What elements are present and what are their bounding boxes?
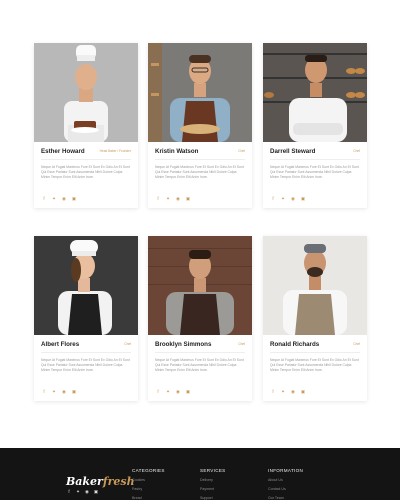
team-member-bio: Neque At Fugiat Maximus Fore Et Sunt Ex … [270, 165, 359, 179]
facebook-icon[interactable]: f [270, 196, 276, 201]
pinterest-icon[interactable]: ◉ [290, 196, 296, 201]
team-member-role: Chef [353, 342, 360, 346]
divider [41, 159, 131, 160]
footer-link[interactable]: Contact Us [268, 487, 303, 491]
twitter-icon[interactable]: ✦ [165, 389, 171, 394]
footer-link[interactable]: About Us [268, 478, 303, 482]
footer-link[interactable]: Pastry [132, 487, 165, 491]
facebook-icon[interactable]: f [66, 489, 72, 495]
divider [155, 352, 245, 353]
facebook-icon[interactable]: f [270, 389, 276, 394]
team-member-bio: Neque At Fugiat Maximus Fore Et Sunt Ex … [155, 165, 244, 179]
team-member-name: Darrell Steward [270, 148, 316, 155]
logo-main: Baker [66, 475, 103, 488]
instagram-icon[interactable]: ▣ [185, 389, 191, 394]
footer-column-categories: CATEGORIES Cookies Pastry Bread [132, 468, 165, 500]
team-member-name: Kristin Watson [155, 148, 199, 155]
team-member-role: Chef [124, 342, 131, 346]
footer-social-links: f ✦ ◉ ▣ [66, 489, 99, 495]
team-member-bio: Neque At Fugiat Maximus Fore Et Sunt Ex … [41, 165, 130, 179]
team-member-role: Chef [238, 342, 245, 346]
twitter-icon[interactable]: ✦ [51, 389, 57, 394]
social-links: f ✦ ◉ ▣ [270, 389, 306, 394]
footer-heading: SERVICES [200, 468, 226, 473]
facebook-icon[interactable]: f [155, 389, 161, 394]
social-links: f ✦ ◉ ▣ [155, 196, 191, 201]
instagram-icon[interactable]: ▣ [71, 389, 77, 394]
team-card[interactable]: Ronald Richards Chef Neque At Fugiat Max… [263, 236, 367, 401]
team-member-photo [148, 236, 252, 335]
team-member-photo [148, 43, 252, 142]
team-card[interactable]: Darrell Steward Chef Neque At Fugiat Max… [263, 43, 367, 208]
social-links: f ✦ ◉ ▣ [155, 389, 191, 394]
instagram-icon[interactable]: ▣ [300, 196, 306, 201]
instagram-icon[interactable]: ▣ [300, 389, 306, 394]
footer-logo[interactable]: Bakerfresh [66, 475, 135, 488]
pinterest-icon[interactable]: ◉ [290, 389, 296, 394]
footer-column-services: SERVICES Delivery Payment Support [200, 468, 226, 500]
team-card[interactable]: Albert Flores Chef Neque At Fugiat Maxim… [34, 236, 138, 401]
facebook-icon[interactable]: f [41, 389, 47, 394]
footer-link[interactable]: Support [200, 496, 226, 500]
footer-link[interactable]: Cookies [132, 478, 165, 482]
footer-heading: CATEGORIES [132, 468, 165, 473]
social-links: f ✦ ◉ ▣ [41, 389, 77, 394]
team-member-photo [34, 236, 138, 335]
footer-link[interactable]: Bread [132, 496, 165, 500]
divider [270, 159, 360, 160]
twitter-icon[interactable]: ✦ [280, 389, 286, 394]
team-member-name: Albert Flores [41, 341, 80, 348]
instagram-icon[interactable]: ▣ [71, 196, 77, 201]
team-card[interactable]: Esther Howard Head Baker / Founder Neque… [34, 43, 138, 208]
facebook-icon[interactable]: f [155, 196, 161, 201]
team-member-bio: Neque At Fugiat Maximus Fore Et Sunt Ex … [41, 358, 130, 372]
twitter-icon[interactable]: ✦ [165, 196, 171, 201]
pinterest-icon[interactable]: ◉ [175, 196, 181, 201]
twitter-icon[interactable]: ✦ [280, 196, 286, 201]
team-member-bio: Neque At Fugiat Maximus Fore Et Sunt Ex … [155, 358, 244, 372]
footer-link[interactable]: Delivery [200, 478, 226, 482]
pinterest-icon[interactable]: ◉ [84, 489, 90, 495]
team-card[interactable]: Brooklyn Simmons Chef Neque At Fugiat Ma… [148, 236, 252, 401]
team-card[interactable]: Kristin Watson Chef Neque At Fugiat Maxi… [148, 43, 252, 208]
instagram-icon[interactable]: ▣ [185, 196, 191, 201]
team-member-role: Head Baker / Founder [99, 149, 131, 153]
footer-heading: INFORMATION [268, 468, 304, 473]
logo-accent: fresh [102, 475, 135, 488]
divider [155, 159, 245, 160]
pinterest-icon[interactable]: ◉ [61, 196, 67, 201]
team-member-photo [34, 43, 138, 142]
footer-link[interactable]: Payment [200, 487, 226, 491]
team-member-name: Ronald Richards [270, 341, 320, 348]
team-member-photo [263, 43, 367, 142]
team-page: Esther Howard Head Baker / Founder Neque… [0, 0, 400, 500]
twitter-icon[interactable]: ✦ [75, 489, 81, 495]
social-links: f ✦ ◉ ▣ [41, 196, 77, 201]
team-member-role: Chef [238, 149, 245, 153]
pinterest-icon[interactable]: ◉ [61, 389, 67, 394]
footer-column-information: INFORMATION About Us Contact Us Our Team [268, 468, 303, 500]
site-footer: Bakerfresh f ✦ ◉ ▣ CATEGORIES Cookies Pa… [0, 448, 400, 500]
divider [270, 352, 360, 353]
team-member-photo [263, 236, 367, 335]
team-member-role: Chef [353, 149, 360, 153]
divider [41, 352, 131, 353]
pinterest-icon[interactable]: ◉ [175, 389, 181, 394]
facebook-icon[interactable]: f [41, 196, 47, 201]
instagram-icon[interactable]: ▣ [93, 489, 99, 495]
footer-link[interactable]: Our Team [268, 496, 303, 500]
team-member-name: Brooklyn Simmons [155, 341, 212, 348]
twitter-icon[interactable]: ✦ [51, 196, 57, 201]
team-member-bio: Neque At Fugiat Maximus Fore Et Sunt Ex … [270, 358, 359, 372]
social-links: f ✦ ◉ ▣ [270, 196, 306, 201]
